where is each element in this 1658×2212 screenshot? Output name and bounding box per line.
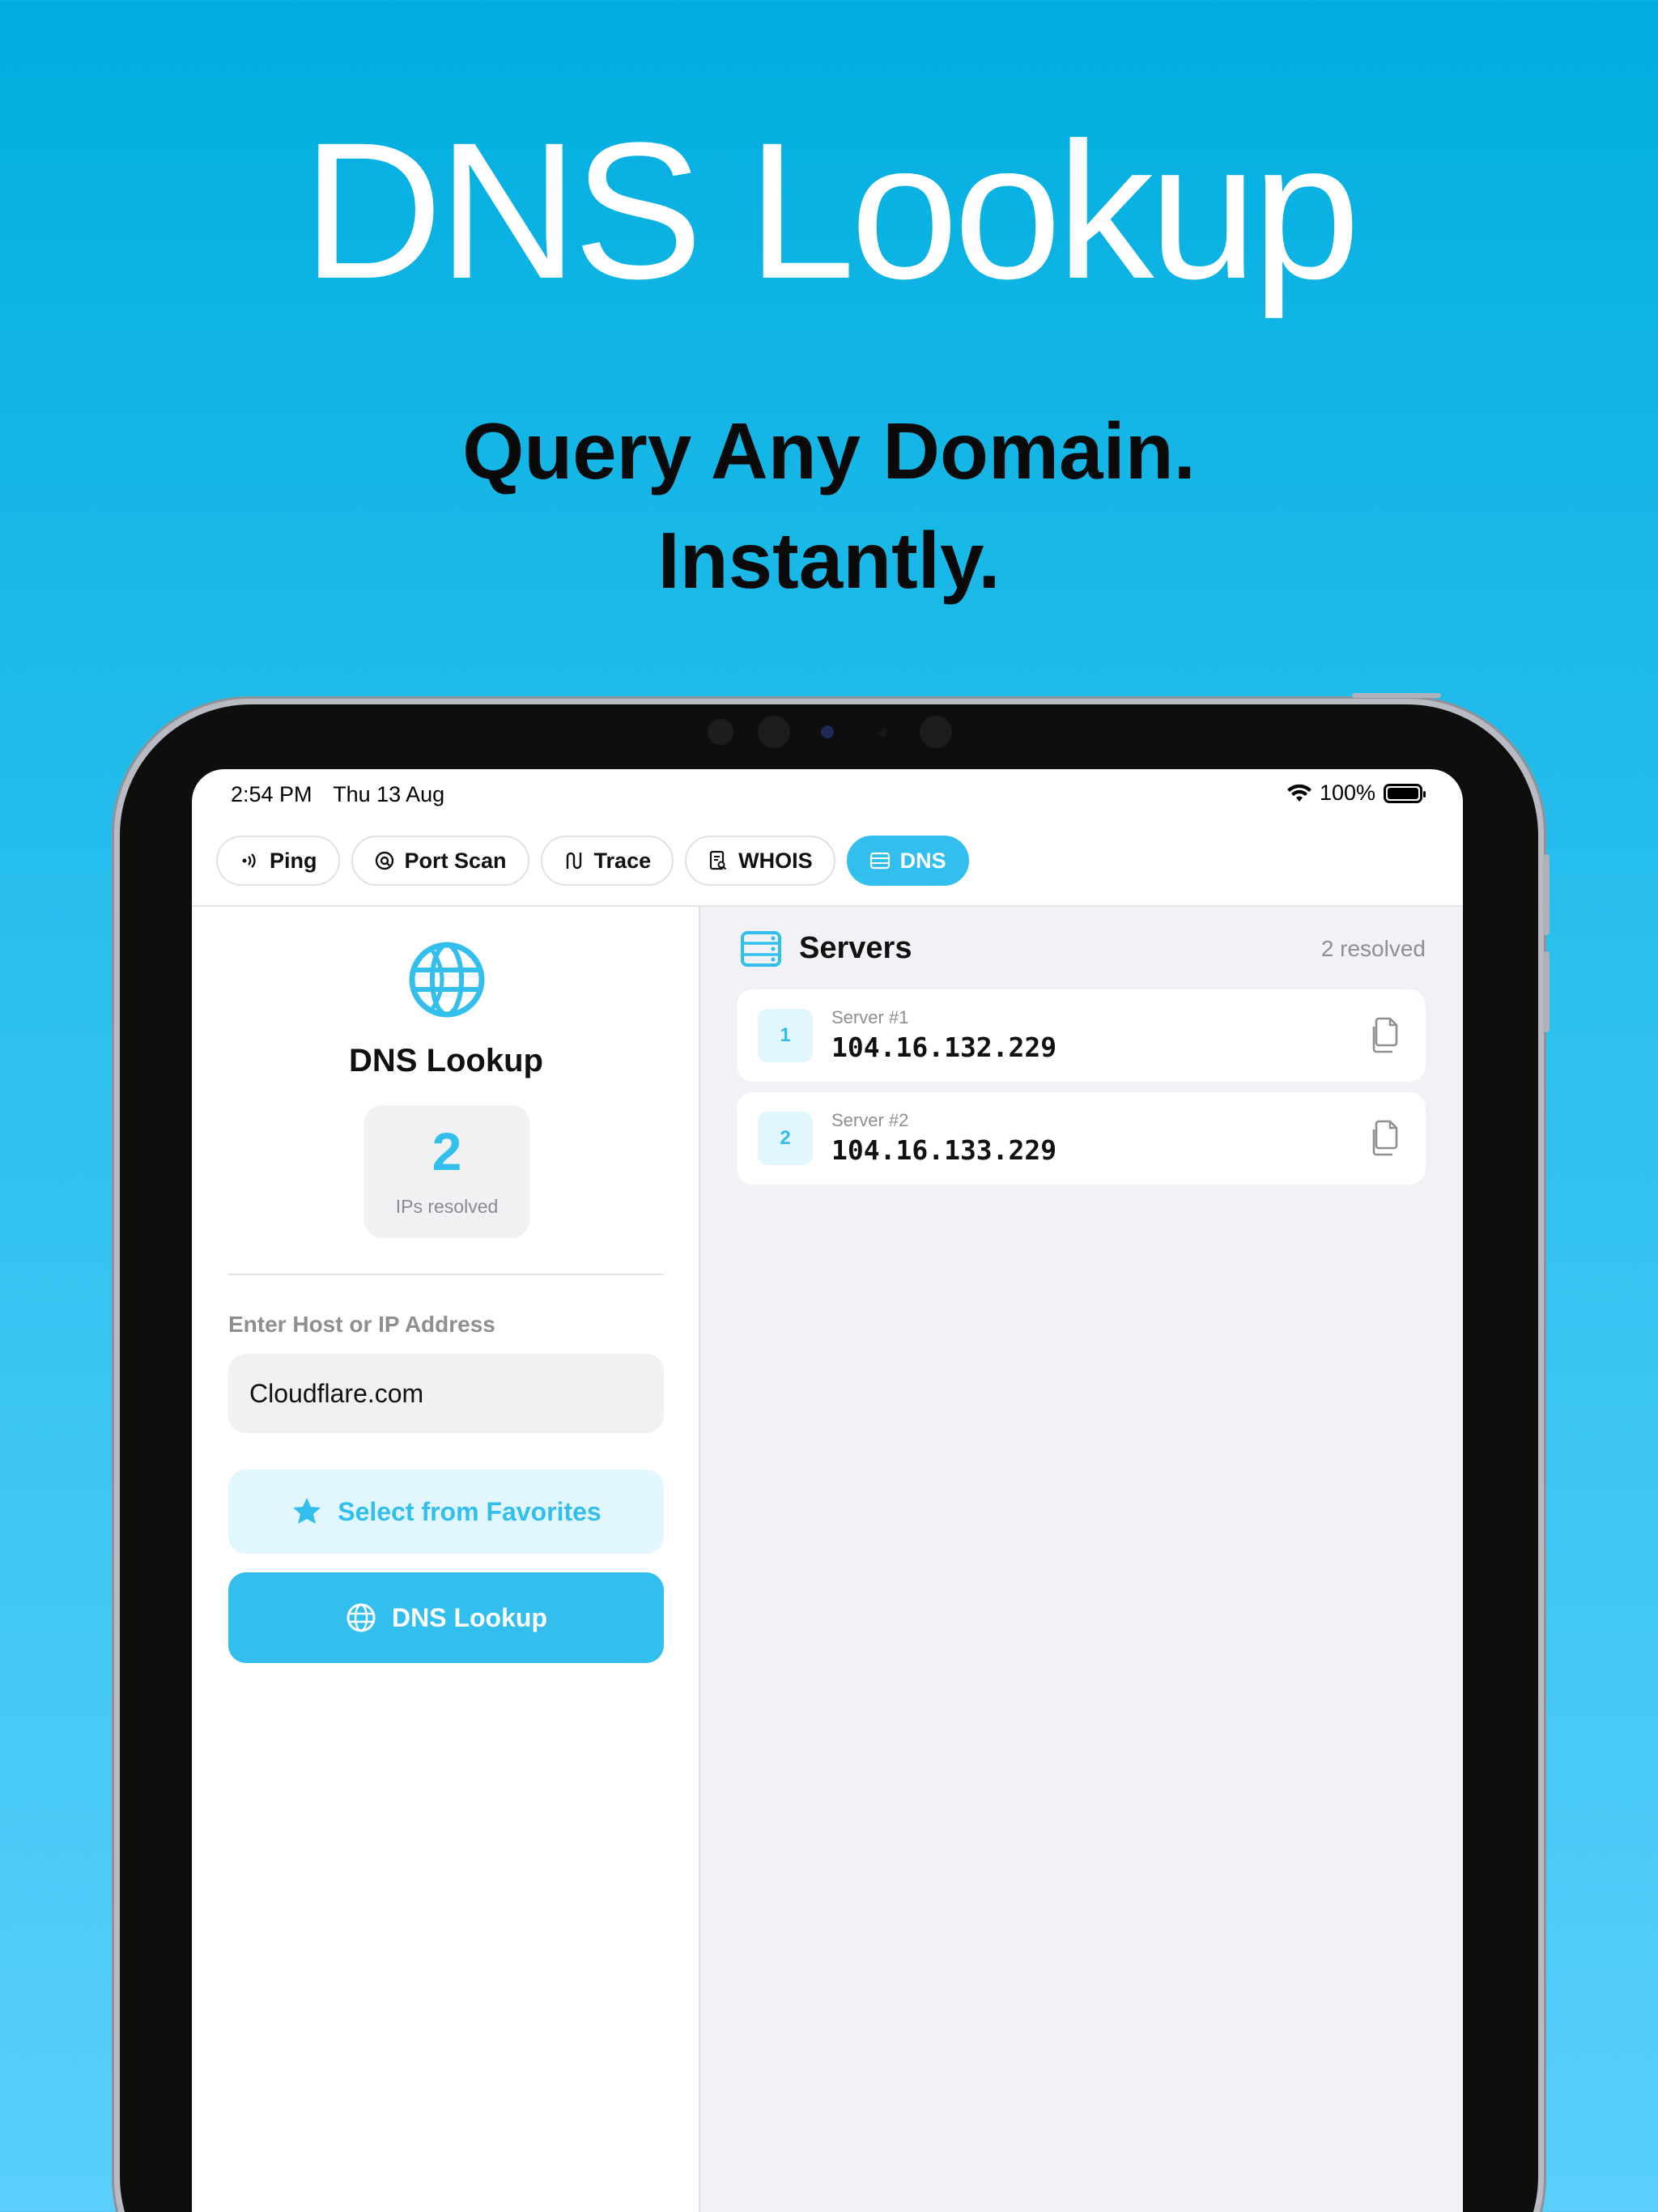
- server-index: 2: [758, 1112, 813, 1165]
- top-button: [1352, 693, 1441, 698]
- tab-port-scan[interactable]: Port Scan: [351, 836, 529, 886]
- lookup-panel: DNS Lookup 2 IPs resolved Enter Host or …: [192, 907, 700, 2212]
- server-index: 1: [758, 1009, 813, 1062]
- servers-icon: [741, 931, 781, 967]
- sensor-dot-4: [920, 716, 952, 748]
- status-time: 2:54 PM: [231, 782, 312, 806]
- ping-icon: [242, 853, 256, 868]
- tab-port-scan-label: Port Scan: [404, 848, 507, 873]
- volume-down-button: [1543, 951, 1550, 1032]
- tab-dns[interactable]: DNS: [846, 836, 969, 886]
- copy-icon[interactable]: [1371, 1017, 1403, 1054]
- volume-up-button: [1543, 854, 1550, 935]
- trace-icon: [566, 852, 581, 870]
- dns-lookup-button-label: DNS Lookup: [392, 1602, 547, 1632]
- hero-subtitle: Query Any Domain. Instantly.: [0, 397, 1658, 615]
- tab-trace-label: Trace: [593, 848, 652, 873]
- server-row[interactable]: 2 Server #2 104.16.133.229: [737, 1092, 1426, 1185]
- battery-icon: [1384, 783, 1426, 803]
- tab-ping-label: Ping: [270, 848, 317, 873]
- tab-trace[interactable]: Trace: [540, 836, 674, 886]
- globe-icon: [409, 942, 485, 1018]
- front-camera-icon: [821, 725, 834, 738]
- star-icon: [293, 1498, 321, 1524]
- resolved-count: 2 resolved: [1320, 936, 1426, 961]
- whois-icon: [710, 850, 727, 870]
- status-date: Thu 13 Aug: [333, 782, 445, 806]
- ips-resolved-label: IPs resolved: [395, 1196, 499, 1217]
- server-label: Server #2: [831, 1110, 909, 1130]
- copy-icon[interactable]: [1371, 1120, 1403, 1157]
- host-field-label: Enter Host or IP Address: [228, 1312, 495, 1337]
- globe-icon-small: [346, 1603, 376, 1632]
- battery-percent: 100%: [1319, 781, 1375, 805]
- status-bar: 2:54 PM Thu 13 Aug 100%: [192, 769, 1463, 818]
- tab-dns-label: DNS: [899, 848, 946, 873]
- host-input[interactable]: [228, 1354, 664, 1433]
- dns-lookup-button[interactable]: DNS Lookup: [228, 1572, 664, 1663]
- server-ip: 104.16.132.229: [831, 1032, 1057, 1063]
- app-screen: 2:54 PM Thu 13 Aug 100% Ping Port Scan T…: [192, 769, 1463, 2212]
- status-right: 100%: [1286, 781, 1426, 806]
- server-row[interactable]: 1 Server #1 104.16.132.229: [737, 989, 1426, 1082]
- servers-panel: Servers 2 resolved 1 Server #1 104.16.13…: [700, 907, 1463, 2212]
- hero-subtitle-line1: Query Any Domain.: [462, 406, 1196, 496]
- panel-title: DNS Lookup: [349, 1043, 543, 1078]
- select-favorites-button[interactable]: Select from Favorites: [228, 1470, 664, 1554]
- server-ip: 104.16.133.229: [831, 1134, 1057, 1166]
- tab-whois-label: WHOIS: [738, 848, 813, 873]
- hero-title: DNS Lookup: [302, 102, 1361, 319]
- ips-resolved-stat: 2 IPs resolved: [364, 1105, 529, 1238]
- servers-title: Servers: [799, 931, 912, 965]
- sensor-dot-2: [758, 716, 790, 748]
- dns-icon: [869, 852, 890, 870]
- divider: [228, 1274, 664, 1275]
- status-time-date: 2:54 PM Thu 13 Aug: [231, 782, 444, 807]
- tab-ping[interactable]: Ping: [216, 836, 340, 886]
- port-scan-icon: [375, 851, 393, 870]
- sensor-dot-3: [879, 729, 887, 737]
- hero-subtitle-line2: Instantly.: [657, 516, 1001, 605]
- server-label: Server #1: [831, 1007, 909, 1027]
- ips-resolved-count: 2: [432, 1121, 462, 1181]
- tab-whois[interactable]: WHOIS: [685, 836, 835, 886]
- sensor-dot-1: [708, 719, 733, 745]
- wifi-icon: [1286, 784, 1312, 802]
- tool-tabs: Ping Port Scan Trace WHOIS DNS: [216, 836, 969, 886]
- select-favorites-label: Select from Favorites: [338, 1496, 602, 1526]
